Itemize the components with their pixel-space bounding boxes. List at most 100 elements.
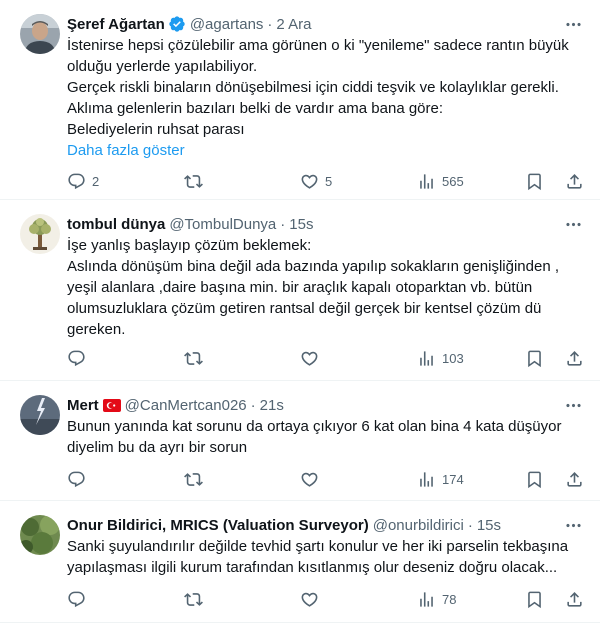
- like-icon: [300, 590, 319, 609]
- more-icon[interactable]: [562, 394, 584, 416]
- bookmark-button[interactable]: [525, 172, 544, 191]
- author-handle[interactable]: @agartans: [190, 16, 264, 33]
- reply-button[interactable]: [67, 470, 92, 489]
- bookmark-icon: [525, 590, 544, 609]
- action-bar: 103: [67, 347, 584, 369]
- retweet-button[interactable]: [184, 470, 209, 489]
- text-line: yeşil alanlara ,daire başına min. bir ar…: [67, 279, 533, 296]
- views-icon: [417, 349, 436, 368]
- retweet-icon: [184, 470, 203, 489]
- bookmark-button[interactable]: [525, 349, 544, 368]
- action-bar: 78: [67, 588, 584, 610]
- author-name[interactable]: tombul dünya: [67, 216, 165, 233]
- tweet[interactable]: Şeref Ağartan @agartans · 2 Ara İstenirs…: [0, 0, 600, 200]
- tweet-header: Onur Bildirici, MRICS (Valuation Surveyo…: [67, 514, 584, 536]
- reply-button[interactable]: 2: [67, 172, 99, 191]
- show-more-link[interactable]: Daha fazla göster: [67, 140, 584, 161]
- text-line: Bunun yanında kat sorunu da ortaya çıkıy…: [67, 418, 562, 435]
- tweet-text: Bunun yanında kat sorunu da ortaya çıkıy…: [67, 416, 584, 458]
- text-line: olumsuzluklara çözüm getiren rantsal değ…: [67, 300, 542, 317]
- avatar[interactable]: [20, 515, 60, 555]
- timestamp[interactable]: 2 Ara: [276, 16, 311, 33]
- text-line: İşe yanlış başlayıp çözüm beklemek:: [67, 237, 312, 254]
- text-line: İstenirse hepsi çözülebilir ama görünen …: [67, 37, 569, 54]
- author-name[interactable]: Onur Bildirici, MRICS (Valuation Surveyo…: [67, 517, 369, 534]
- avatar[interactable]: [20, 395, 60, 435]
- reply-count: 2: [92, 173, 100, 189]
- bookmark-button[interactable]: [525, 470, 544, 489]
- more-icon[interactable]: [562, 213, 584, 235]
- like-button[interactable]: 5: [300, 172, 332, 191]
- timestamp[interactable]: 21s: [260, 397, 284, 414]
- tweet[interactable]: tombul dünya @TombulDunya · 15s İşe yanl…: [0, 200, 600, 381]
- action-bar: 2 5 565: [67, 170, 584, 192]
- bookmark-icon: [525, 349, 544, 368]
- views-count: 174: [442, 471, 464, 487]
- action-bar: 174: [67, 468, 584, 490]
- share-button[interactable]: [565, 172, 584, 191]
- reply-icon: [67, 590, 86, 609]
- like-icon: [300, 470, 319, 489]
- share-icon: [565, 349, 584, 368]
- author-handle[interactable]: @TombulDunya: [169, 216, 276, 233]
- text-line: Belediyelerin ruhsat parası: [67, 121, 245, 138]
- tweet-text: İşe yanlış başlayıp çözüm beklemek: Aslı…: [67, 235, 584, 340]
- share-icon: [565, 470, 584, 489]
- avatar[interactable]: [20, 14, 60, 54]
- timestamp[interactable]: 15s: [289, 216, 313, 233]
- like-button[interactable]: [300, 349, 325, 368]
- tweet-header: Şeref Ağartan @agartans · 2 Ara: [67, 13, 584, 35]
- text-line: Aklıma gelenlerin bazıları belki de vard…: [67, 100, 444, 117]
- reply-icon: [67, 349, 86, 368]
- avatar[interactable]: [20, 214, 60, 254]
- like-button[interactable]: [300, 590, 325, 609]
- retweet-icon: [184, 172, 203, 191]
- views-button[interactable]: 103: [417, 349, 464, 368]
- retweet-button[interactable]: [184, 349, 209, 368]
- separator-dot: ·: [250, 396, 256, 414]
- tweet-header: tombul dünya @TombulDunya · 15s: [67, 213, 584, 235]
- reply-icon: [67, 470, 86, 489]
- text-line: Aslında dönüşüm bina değil ada bazında y…: [67, 258, 559, 275]
- like-icon: [300, 172, 319, 191]
- share-button[interactable]: [565, 349, 584, 368]
- author-name[interactable]: Şeref Ağartan: [67, 16, 165, 33]
- separator-dot: ·: [467, 516, 473, 534]
- like-icon: [300, 349, 319, 368]
- share-button[interactable]: [565, 470, 584, 489]
- views-count: 78: [442, 591, 457, 607]
- text-line: diyelim bu da ayrı bir sorun: [67, 439, 248, 456]
- text-line: olduğu yerlerde yapılabiliyor.: [67, 58, 258, 75]
- retweet-button[interactable]: [184, 590, 209, 609]
- tweet[interactable]: Mert @CanMertcan026 · 21s Bunun yanında …: [0, 381, 600, 501]
- bookmark-icon: [525, 172, 544, 191]
- views-button[interactable]: 78: [417, 590, 456, 609]
- share-icon: [565, 590, 584, 609]
- reply-icon: [67, 172, 86, 191]
- bookmark-icon: [525, 470, 544, 489]
- share-button[interactable]: [565, 590, 584, 609]
- bookmark-button[interactable]: [525, 590, 544, 609]
- views-button[interactable]: 174: [417, 470, 464, 489]
- more-icon[interactable]: [562, 13, 584, 35]
- text-line: Sanki şuyulandırılır değilde tevhid şart…: [67, 538, 569, 555]
- text-line: yapılaşması ilgili kurum tarafından kısı…: [67, 559, 558, 576]
- retweet-icon: [184, 349, 203, 368]
- reply-button[interactable]: [67, 590, 92, 609]
- reply-button[interactable]: [67, 349, 92, 368]
- turkey-flag-icon: [102, 398, 121, 412]
- tweet[interactable]: Onur Bildirici, MRICS (Valuation Surveyo…: [0, 501, 600, 623]
- like-count: 5: [325, 173, 333, 189]
- verified-badge-icon: [168, 15, 186, 33]
- retweet-button[interactable]: [184, 172, 209, 191]
- like-button[interactable]: [300, 470, 325, 489]
- timestamp[interactable]: 15s: [477, 517, 501, 534]
- views-button[interactable]: 565: [417, 172, 464, 191]
- text-line: gereken.: [67, 321, 126, 338]
- author-handle[interactable]: @onurbildirici: [373, 517, 464, 534]
- author-handle[interactable]: @CanMertcan026: [125, 397, 247, 414]
- more-icon[interactable]: [562, 514, 584, 536]
- author-name[interactable]: Mert: [67, 397, 99, 414]
- views-icon: [417, 172, 436, 191]
- tweet-text: İstenirse hepsi çözülebilir ama görünen …: [67, 35, 584, 140]
